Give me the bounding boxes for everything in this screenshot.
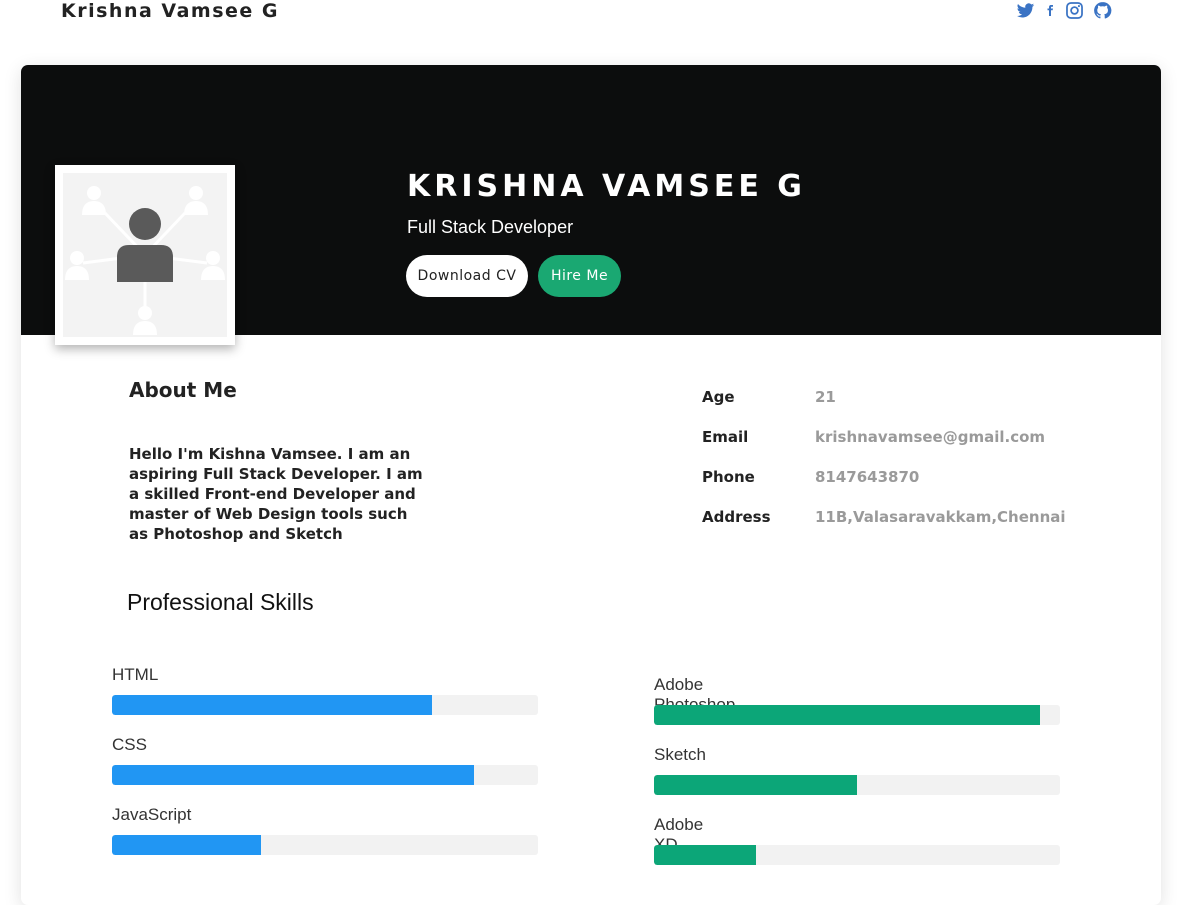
avatar bbox=[55, 165, 235, 345]
twitter-icon[interactable] bbox=[1016, 1, 1035, 20]
info-row-phone: Phone 8147643870 bbox=[702, 457, 1066, 497]
github-icon[interactable] bbox=[1093, 1, 1112, 20]
about-text: Hello I'm Kishna Vamsee. I am an aspirin… bbox=[129, 445, 423, 543]
skill-progress-fill bbox=[654, 845, 756, 865]
info-row-email: Email krishnavamsee@gmail.com bbox=[702, 417, 1066, 457]
top-navbar: Krishna Vamsee G bbox=[0, 0, 1199, 40]
skill-progress-track bbox=[112, 695, 538, 715]
skills-title: Professional Skills bbox=[127, 589, 314, 615]
hero-role: Full Stack Developer bbox=[407, 217, 574, 237]
skill-progress-fill bbox=[654, 775, 857, 795]
info-key: Phone bbox=[702, 468, 755, 486]
skill-label: Sketch bbox=[654, 745, 706, 764]
profile-card: KRISHNA VAMSEE G Full Stack Developer Do… bbox=[21, 65, 1161, 905]
info-row-age: Age 21 bbox=[702, 377, 1066, 417]
skill-progress-fill bbox=[112, 835, 262, 855]
skill-progress-fill bbox=[654, 705, 1040, 725]
personal-info: Age 21 Email krishnavamsee@gmail.com Pho… bbox=[702, 377, 1066, 537]
network-user-icon bbox=[63, 173, 227, 337]
skill-progress-track bbox=[112, 835, 538, 855]
info-key: Age bbox=[702, 388, 735, 406]
skill-progress-track bbox=[654, 775, 1060, 795]
download-cv-button[interactable]: Download CV bbox=[406, 255, 528, 297]
info-value[interactable]: krishnavamsee@gmail.com bbox=[815, 428, 1045, 446]
info-value: 21 bbox=[815, 388, 836, 406]
skill-label: CSS bbox=[112, 735, 147, 754]
social-links bbox=[1016, 1, 1112, 20]
skill-progress-track bbox=[654, 845, 1060, 865]
about-title: About Me bbox=[129, 378, 237, 402]
skill-label: HTML bbox=[112, 665, 159, 684]
info-value: 8147643870 bbox=[815, 468, 920, 486]
skill-label: JavaScript bbox=[112, 805, 192, 824]
info-value: 11B,Valasaravakkam,Chennai bbox=[815, 508, 1066, 526]
brand-name[interactable]: Krishna Vamsee G bbox=[61, 0, 279, 22]
skill-progress-track bbox=[112, 765, 538, 785]
info-row-address: Address 11B,Valasaravakkam,Chennai bbox=[702, 497, 1066, 537]
info-key: Email bbox=[702, 428, 749, 446]
skill-progress-fill bbox=[112, 695, 432, 715]
skill-progress-fill bbox=[112, 765, 475, 785]
facebook-icon[interactable] bbox=[1044, 1, 1056, 20]
info-key: Address bbox=[702, 508, 771, 526]
instagram-icon[interactable] bbox=[1065, 1, 1084, 20]
hero-name: KRISHNA VAMSEE G bbox=[407, 169, 806, 204]
skill-progress-track bbox=[654, 705, 1060, 725]
hire-me-button[interactable]: Hire Me bbox=[538, 255, 621, 297]
